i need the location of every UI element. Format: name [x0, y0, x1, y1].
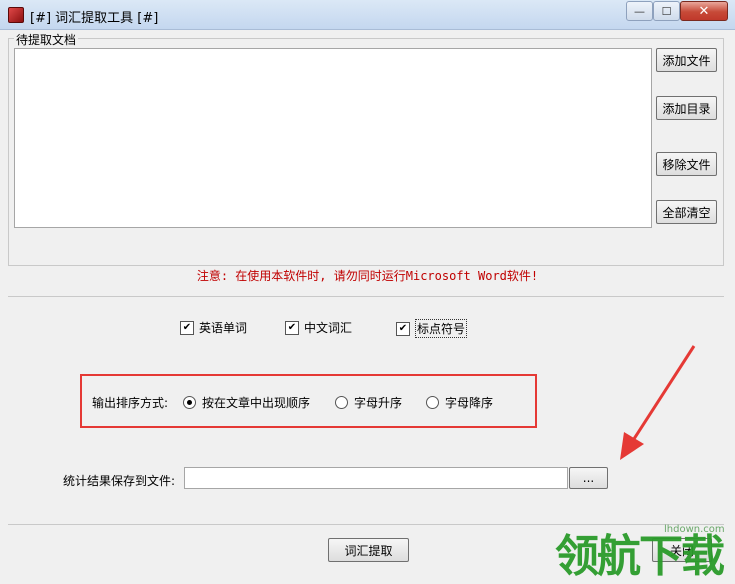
- sort-ascending-label: 字母升序: [354, 396, 403, 410]
- window-title: [#] 词汇提取工具 [#]: [30, 11, 159, 26]
- checkbox-checked-icon: ✔: [285, 320, 299, 335]
- close-window-button[interactable]: ✕: [680, 1, 728, 21]
- sort-descending-label: 字母降序: [445, 396, 494, 410]
- documents-listbox[interactable]: [14, 48, 652, 228]
- extract-button[interactable]: 词汇提取: [328, 538, 409, 562]
- sort-appearance-radio[interactable]: 按在文章中出现顺序: [183, 394, 310, 411]
- add-file-button[interactable]: 添加文件: [656, 48, 717, 72]
- chinese-words-checkbox[interactable]: ✔ 中文词汇: [285, 319, 352, 336]
- english-words-checkbox[interactable]: ✔ 英语单词: [180, 319, 247, 336]
- add-directory-button[interactable]: 添加目录: [656, 96, 717, 120]
- checkbox-checked-icon: ✔: [180, 320, 194, 335]
- watermark-url: lhdown.com: [664, 524, 725, 535]
- word-warning-notice: 注意: 在使用本软件时, 请勿同时运行Microsoft Word软件!: [196, 269, 539, 283]
- clear-all-button[interactable]: 全部清空: [656, 200, 717, 224]
- output-file-label: 统计结果保存到文件:: [63, 474, 176, 488]
- app-book-icon: [8, 7, 24, 23]
- checkbox-checked-icon: ✔: [396, 321, 410, 336]
- minimize-button[interactable]: —: [626, 1, 653, 21]
- punctuation-checkbox[interactable]: ✔ 标点符号: [396, 319, 468, 338]
- chinese-words-label: 中文词汇: [304, 321, 353, 335]
- sort-appearance-label: 按在文章中出现顺序: [202, 396, 311, 410]
- radio-empty-icon: [426, 396, 439, 409]
- punctuation-label: 标点符号: [415, 319, 468, 338]
- documents-group-label: 待提取文档: [14, 31, 79, 48]
- browse-button[interactable]: ...: [569, 467, 608, 489]
- red-arrow-annotation: [620, 345, 696, 460]
- english-words-label: 英语单词: [199, 321, 248, 335]
- maximize-button[interactable]: ☐: [653, 1, 680, 21]
- divider-top: [8, 296, 724, 297]
- radio-selected-icon: [183, 396, 196, 409]
- sort-descending-radio[interactable]: 字母降序: [426, 394, 493, 411]
- sort-ascending-radio[interactable]: 字母升序: [335, 394, 402, 411]
- remove-file-button[interactable]: 移除文件: [656, 152, 717, 176]
- sort-label: 输出排序方式:: [92, 396, 169, 410]
- radio-empty-icon: [335, 396, 348, 409]
- output-path-input[interactable]: [184, 467, 568, 489]
